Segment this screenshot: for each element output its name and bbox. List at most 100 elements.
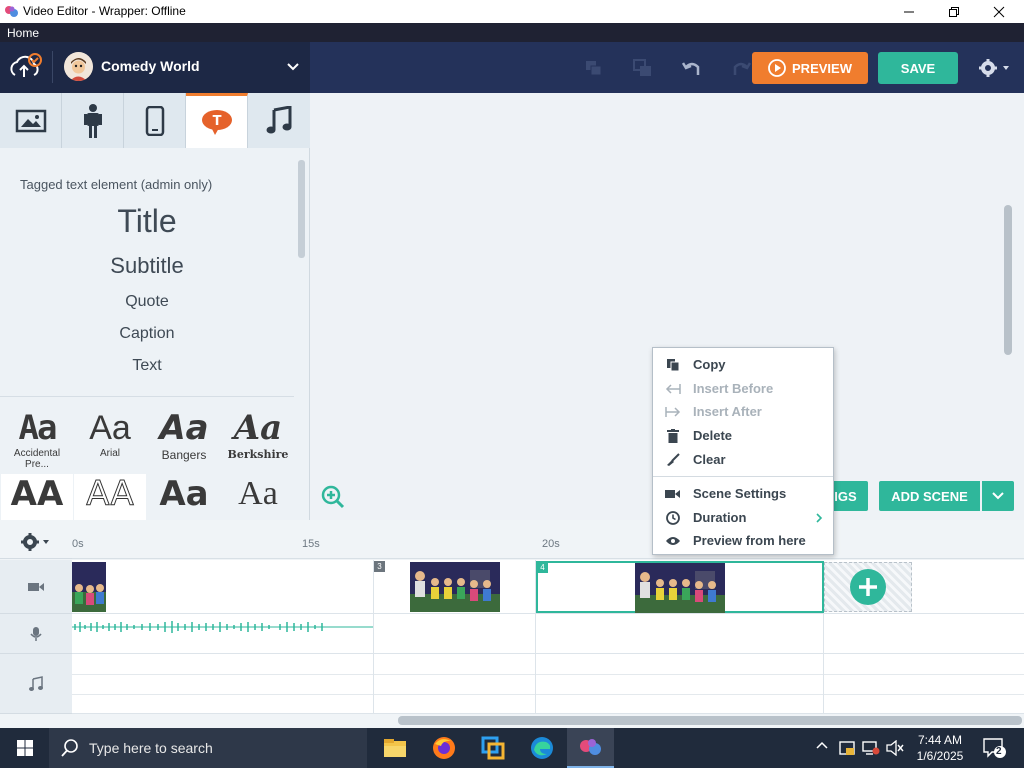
add-scene-dropdown[interactable] — [982, 481, 1014, 511]
timeline-scrollbar[interactable] — [398, 716, 1022, 725]
text-item-title[interactable]: Title — [0, 203, 294, 240]
image-icon — [15, 109, 46, 132]
tab-text[interactable]: T — [186, 93, 248, 148]
play-circle-icon — [768, 59, 786, 77]
chevron-right-icon — [816, 513, 823, 523]
maximize-button[interactable] — [931, 0, 977, 23]
gear-icon[interactable] — [979, 59, 1011, 77]
trash-icon — [667, 428, 679, 443]
clock-icon — [666, 510, 680, 525]
menu-item-delete[interactable]: Delete — [653, 424, 833, 447]
text-item-text[interactable]: Text — [0, 357, 294, 375]
chevron-up-icon[interactable] — [816, 740, 828, 750]
tab-audio[interactable] — [248, 93, 310, 148]
window-title: Video Editor - Wrapper: Offline — [23, 4, 186, 18]
tick-label: 15s — [302, 538, 320, 550]
defender-icon[interactable] — [838, 739, 856, 757]
preview-button[interactable]: PREVIEW — [752, 52, 868, 84]
edge-icon[interactable] — [518, 728, 565, 768]
library-scrollbar[interactable] — [298, 160, 305, 258]
menu-home[interactable]: Home — [7, 26, 39, 40]
font-berkshire[interactable]: Aa Berkshire — [222, 408, 294, 468]
font-bangers[interactable]: Aa Bangers — [148, 408, 220, 468]
wrapper-app-icon[interactable] — [567, 728, 614, 768]
context-menu: Copy Insert Before Insert After Delete C… — [652, 347, 834, 555]
minimize-button[interactable] — [886, 0, 932, 23]
music-note-icon — [266, 105, 292, 133]
vm-app-icon[interactable] — [469, 728, 516, 768]
movie-title[interactable]: Comedy World — [101, 58, 200, 74]
character-icon — [83, 103, 102, 138]
scene-thumbnail[interactable] — [635, 563, 725, 613]
menu-item-insert-before[interactable]: Insert Before — [653, 377, 833, 400]
undo-icon[interactable] — [682, 59, 702, 77]
camera-icon — [665, 489, 680, 498]
add-scene-slot[interactable] — [824, 562, 912, 612]
music-note-icon — [29, 675, 43, 691]
font-serif[interactable]: Aa — [222, 474, 294, 520]
text-item-caption[interactable]: Caption — [0, 325, 294, 343]
divider — [72, 674, 1024, 675]
video-camera-icon — [28, 582, 44, 591]
video-track-head — [0, 560, 72, 614]
menu-item-preview-from-here[interactable]: Preview from here — [653, 529, 833, 552]
tick-label: 0s — [72, 538, 84, 550]
taskbar-search[interactable]: Type here to search — [49, 728, 367, 768]
font-outline[interactable]: AA — [74, 474, 146, 520]
menu-separator — [653, 476, 833, 477]
brush-icon — [667, 452, 680, 466]
text-item-quote[interactable]: Quote — [0, 293, 294, 311]
text-item-subtitle[interactable]: Subtitle — [0, 253, 294, 279]
tab-characters[interactable] — [62, 93, 124, 148]
add-scene-button[interactable]: ADD SCENE — [879, 481, 980, 511]
system-clock[interactable]: 7:44 AM 1/6/2025 — [908, 732, 972, 764]
tab-backgrounds[interactable] — [0, 93, 62, 148]
menu-bar: Home — [0, 23, 1024, 42]
font-arial[interactable]: Aa Arial — [74, 408, 146, 468]
scene-number: 3 — [374, 561, 385, 572]
network-icon[interactable] — [862, 740, 880, 756]
scene-thumbnail[interactable] — [410, 562, 500, 612]
upload-icon[interactable] — [8, 53, 44, 81]
search-placeholder: Type here to search — [89, 740, 213, 756]
send-backward-icon[interactable] — [585, 60, 603, 76]
firefox-icon[interactable] — [420, 728, 467, 768]
zoom-in-icon[interactable] — [321, 485, 345, 509]
music-track-head — [0, 654, 72, 714]
divider — [0, 396, 294, 397]
scene-thumbnail[interactable] — [72, 562, 106, 612]
timeline-ruler: 0s 15s 20s — [72, 525, 1024, 559]
save-button[interactable]: SAVE — [878, 52, 958, 84]
scene-number: 4 — [537, 562, 548, 573]
file-explorer-icon[interactable] — [371, 728, 418, 768]
taskbar: Type here to search 7:44 AM 1/6/2025 2 — [0, 728, 1024, 768]
font-condensed[interactable]: Aa — [148, 474, 220, 520]
movie-info-bar: Comedy World — [0, 42, 310, 93]
font-accidental-presidency[interactable]: Aa Accidental Pre... — [1, 408, 73, 470]
timeline-settings[interactable] — [0, 525, 72, 559]
divider — [72, 694, 1024, 695]
svg-text:T: T — [212, 114, 221, 129]
tab-props[interactable] — [124, 93, 186, 148]
copy-icon — [667, 358, 680, 371]
divider — [535, 654, 536, 714]
menu-item-clear[interactable]: Clear — [653, 448, 833, 471]
menu-item-copy[interactable]: Copy — [653, 353, 833, 376]
bring-forward-icon[interactable] — [633, 59, 653, 77]
audio-waveform[interactable] — [72, 620, 374, 634]
menu-item-duration[interactable]: Duration — [653, 506, 833, 529]
menu-item-insert-after[interactable]: Insert After — [653, 400, 833, 423]
menu-item-scene-settings[interactable]: Scene Settings — [653, 482, 833, 505]
text-header: Tagged text element (admin only) — [20, 177, 213, 192]
chevron-down-icon[interactable] — [287, 62, 299, 71]
notifications-icon[interactable]: 2 — [982, 737, 1008, 759]
font-blackout[interactable]: AA — [1, 474, 73, 520]
stage-scrollbar[interactable] — [1004, 205, 1012, 355]
volume-muted-icon[interactable] — [886, 740, 904, 756]
plus-icon — [850, 569, 886, 605]
redo-icon[interactable] — [731, 59, 751, 77]
app-logo-icon — [4, 4, 19, 19]
close-window-button[interactable] — [976, 0, 1022, 23]
start-button[interactable] — [0, 728, 49, 768]
divider — [823, 654, 824, 714]
